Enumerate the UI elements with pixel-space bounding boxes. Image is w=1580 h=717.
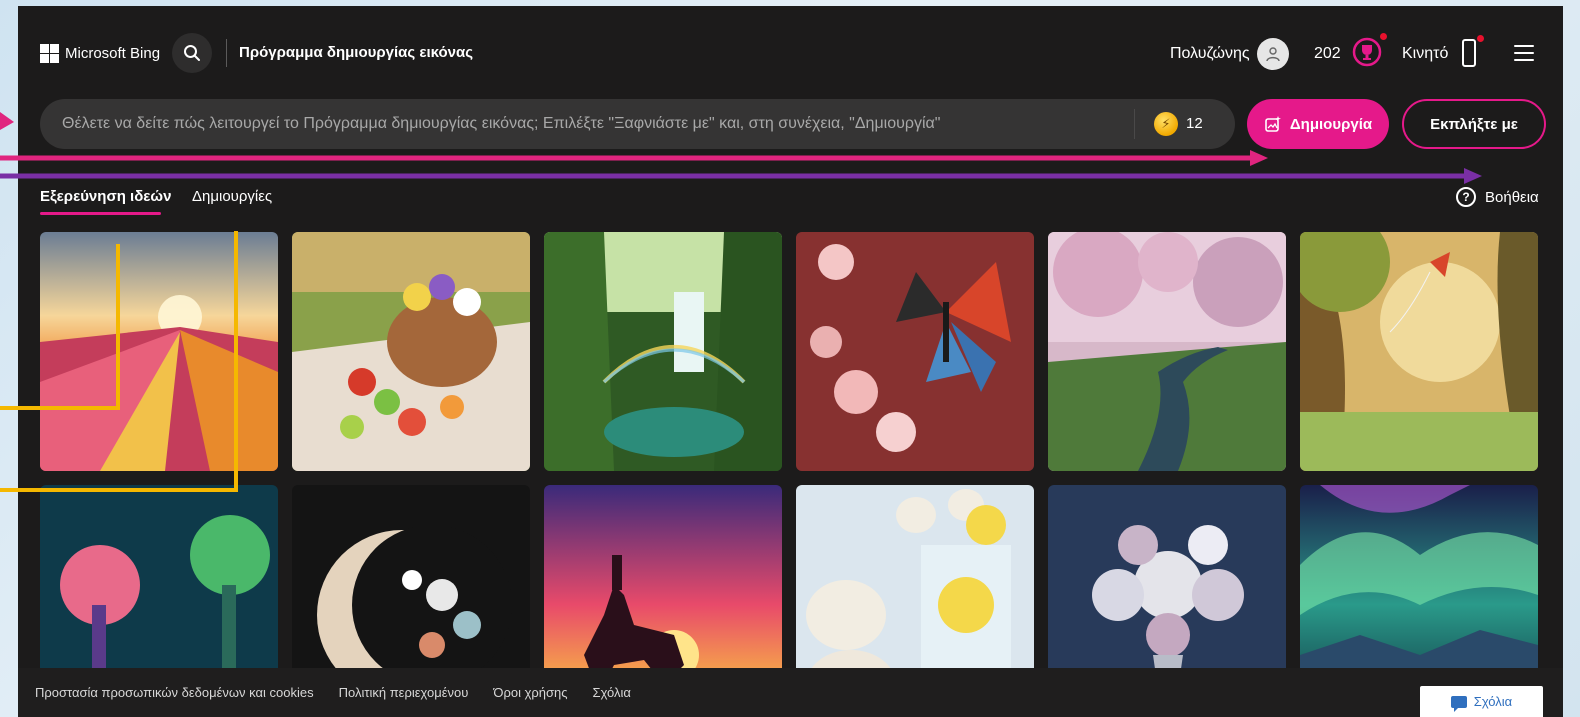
annotation-bracket-yellow-inner [0, 244, 120, 410]
annotation-arrowhead-purple [1464, 168, 1482, 184]
annotation-overlay [0, 112, 1482, 492]
annotation-arrowhead-pink [1250, 150, 1268, 166]
annotation-arrow-pink-small [0, 112, 14, 130]
